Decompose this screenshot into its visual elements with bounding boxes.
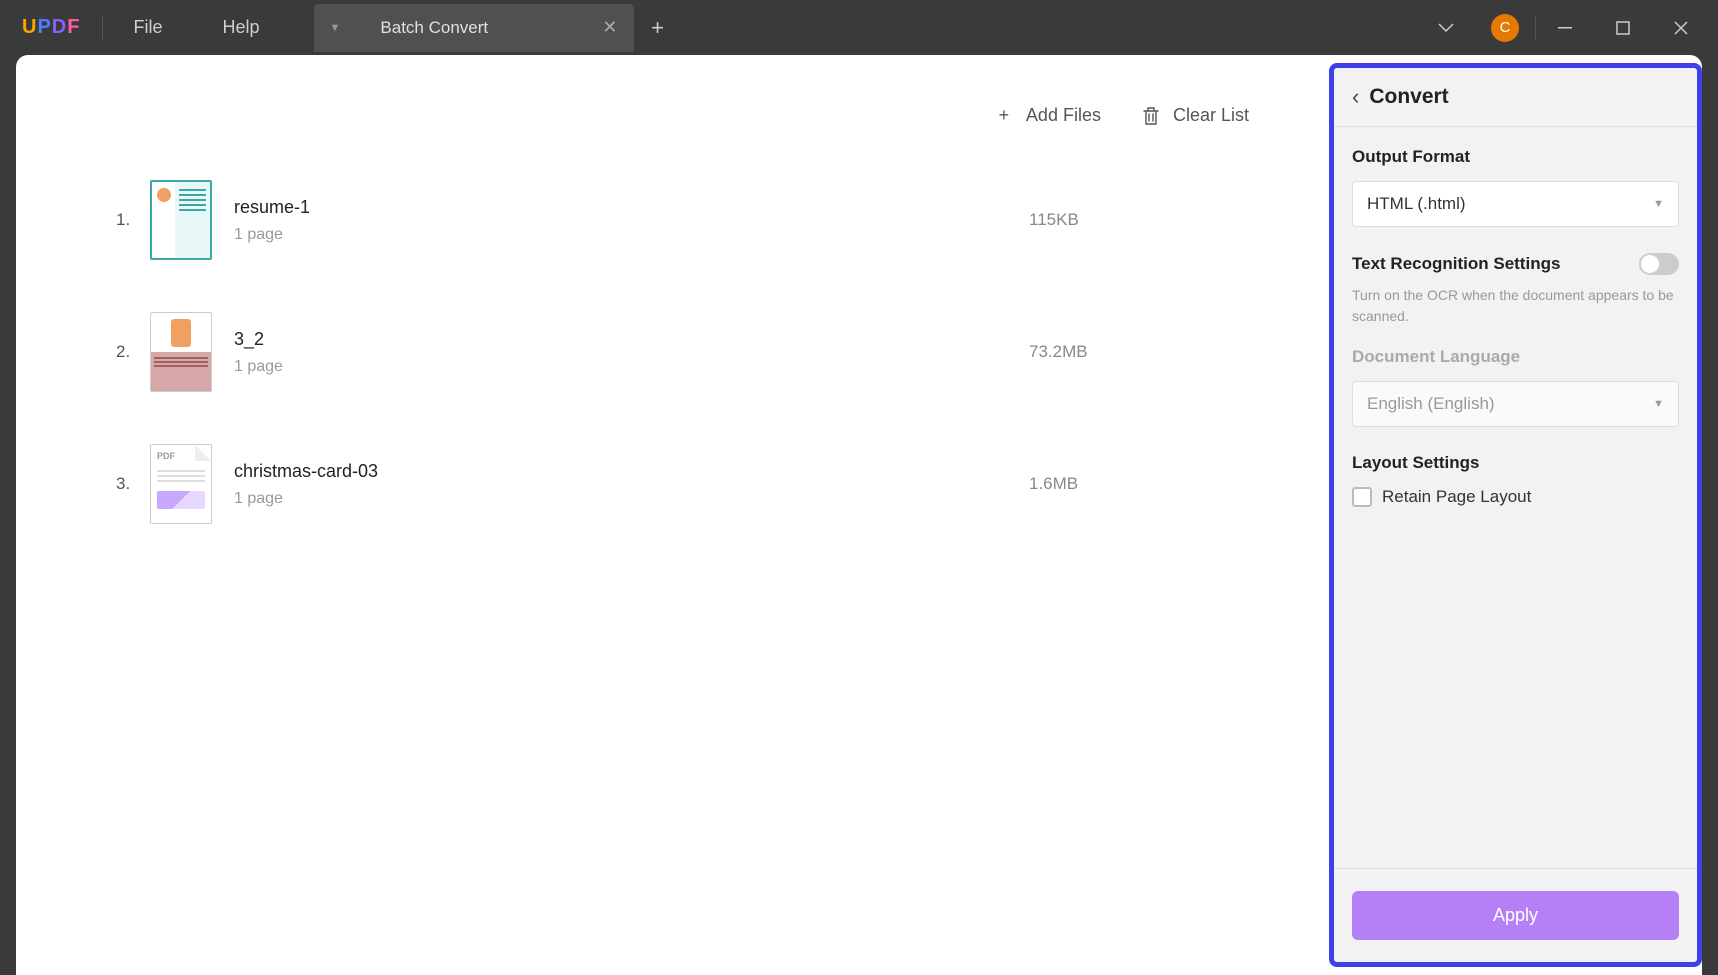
clear-list-label: Clear List [1173,105,1249,126]
back-icon[interactable]: ‹ [1352,84,1359,110]
file-row[interactable]: 1. resume-1 1 page 115KB [116,154,1249,286]
retain-layout-checkbox[interactable]: Retain Page Layout [1352,487,1679,507]
file-pages: 1 page [234,358,1029,376]
language-label: Document Language [1352,347,1679,367]
logo-u: U [22,16,37,38]
output-format-value: HTML (.html) [1367,194,1466,214]
file-panel: + Add Files Clear List 1. [88,91,1277,550]
checkbox-icon [1352,487,1372,507]
tab-label: Batch Convert [380,18,488,38]
file-name: 3_2 [234,329,1029,350]
retain-layout-label: Retain Page Layout [1382,487,1531,507]
chevron-down-icon: ▼ [1653,198,1664,210]
main-area: + Add Files Clear List 1. [16,55,1329,975]
language-select[interactable]: English (English) ▼ [1352,381,1679,427]
file-info: 3_2 1 page [234,329,1029,376]
toggle-knob [1641,255,1659,273]
ocr-section-header: Text Recognition Settings [1352,253,1679,275]
file-index: 1. [116,210,150,230]
file-toolbar: + Add Files Clear List [88,91,1277,154]
tab-batch-convert[interactable]: ▼ Batch Convert ✕ [314,4,634,52]
file-size: 115KB [1029,210,1249,230]
chevron-down-icon: ▼ [1653,398,1664,410]
add-files-button[interactable]: + Add Files [994,105,1101,126]
workspace: + Add Files Clear List 1. [16,55,1702,975]
logo-p: P [37,16,51,38]
tab-close-icon[interactable]: ✕ [602,17,617,38]
ocr-hint: Turn on the OCR when the document appear… [1352,285,1679,327]
file-thumbnail [150,312,212,392]
minimize-icon[interactable] [1536,0,1594,55]
file-row[interactable]: 2. 3_2 1 page 73.2MB [116,286,1249,418]
file-info: christmas-card-03 1 page [234,461,1029,508]
new-tab-button[interactable]: + [638,4,678,52]
logo-f: F [67,16,80,38]
panel-footer: Apply [1334,868,1697,962]
file-list: 1. resume-1 1 page 115KB 2. [88,154,1277,550]
language-value: English (English) [1367,394,1495,414]
convert-panel: ‹ Convert Output Format HTML (.html) ▼ T… [1329,63,1702,967]
file-size: 73.2MB [1029,342,1249,362]
close-icon[interactable] [1652,0,1710,55]
file-thumbnail [150,180,212,260]
file-pages: 1 page [234,490,1029,508]
file-size: 1.6MB [1029,474,1249,494]
file-name: christmas-card-03 [234,461,1029,482]
ocr-toggle[interactable] [1639,253,1679,275]
tab-dropdown-icon[interactable]: ▼ [330,22,341,34]
ocr-label: Text Recognition Settings [1352,254,1560,274]
app-logo: UPDF [0,16,102,39]
trash-icon [1141,106,1161,126]
dropdown-icon[interactable] [1417,0,1475,55]
layout-settings-label: Layout Settings [1352,453,1679,473]
menu-help[interactable]: Help [192,17,289,38]
output-format-select[interactable]: HTML (.html) ▼ [1352,181,1679,227]
titlebar-right: C [1417,0,1718,55]
file-index: 2. [116,342,150,362]
file-thumbnail: PDF [150,444,212,524]
tab-container: ▼ Batch Convert ✕ + [314,4,678,52]
panel-header: ‹ Convert [1334,68,1697,127]
apply-button[interactable]: Apply [1352,891,1679,940]
plus-icon: + [994,106,1014,126]
file-info: resume-1 1 page [234,197,1029,244]
logo-d: D [52,16,67,38]
menu-file[interactable]: File [103,17,192,38]
clear-list-button[interactable]: Clear List [1141,105,1249,126]
user-avatar[interactable]: C [1491,14,1519,42]
file-name: resume-1 [234,197,1029,218]
file-pages: 1 page [234,226,1029,244]
file-row[interactable]: 3. PDF christmas-card-03 1 page 1.6MB [116,418,1249,550]
file-index: 3. [116,474,150,494]
maximize-icon[interactable] [1594,0,1652,55]
panel-title: Convert [1369,85,1448,109]
panel-body: Output Format HTML (.html) ▼ Text Recogn… [1334,127,1697,868]
add-files-label: Add Files [1026,105,1101,126]
output-format-label: Output Format [1352,147,1679,167]
titlebar: UPDF File Help ▼ Batch Convert ✕ + C [0,0,1718,55]
